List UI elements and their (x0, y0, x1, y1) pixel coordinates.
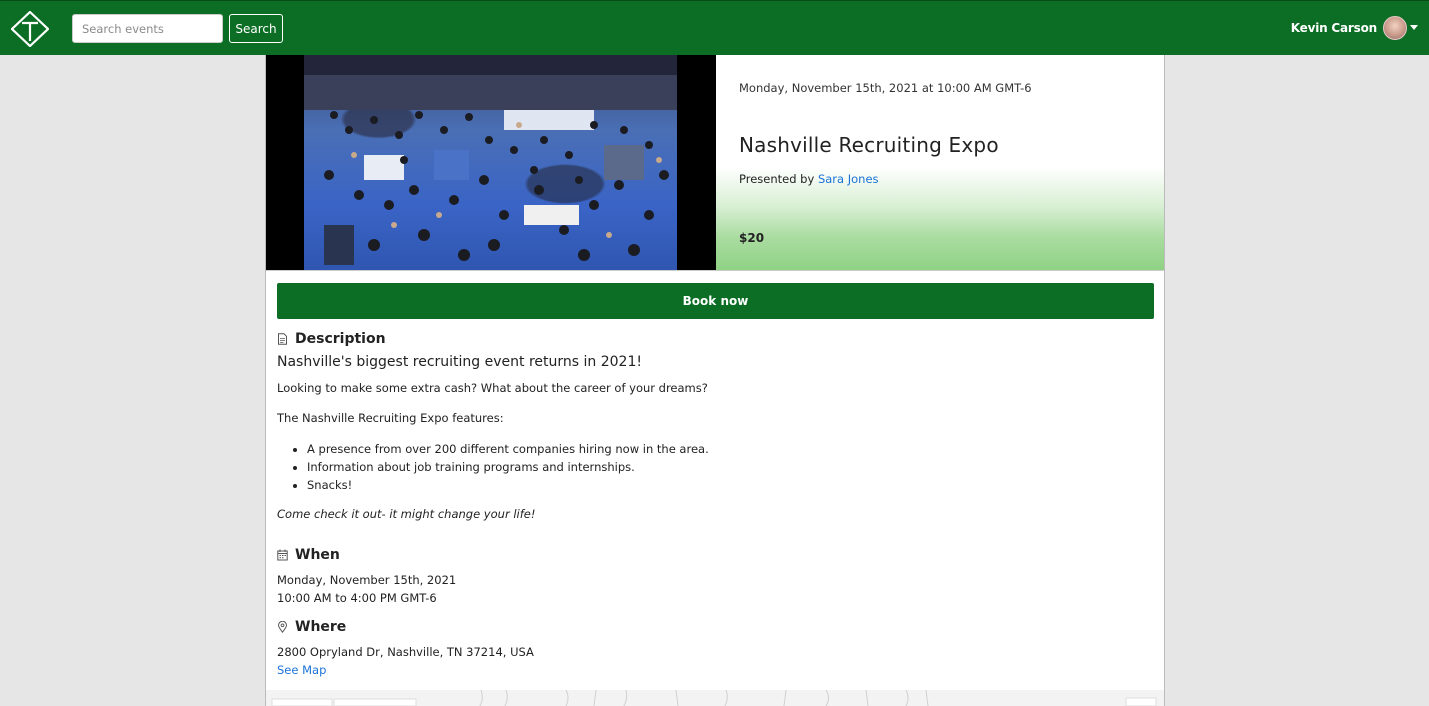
event-date-header: Monday, November 15th, 2021 at 10:00 AM … (739, 81, 1032, 95)
presented-by-label: Presented by (739, 172, 815, 186)
description-heading-label: Description (295, 331, 386, 347)
list-item: Information about job training programs … (307, 458, 709, 476)
document-icon (278, 333, 287, 345)
search-input[interactable] (72, 14, 223, 43)
presenter-link[interactable]: Sara Jones (818, 172, 879, 186)
where-heading-label: Where (295, 619, 347, 635)
event-price: $20 (739, 231, 765, 245)
features-list: A presence from over 200 different compa… (307, 440, 709, 494)
avatar[interactable] (1383, 16, 1407, 40)
event-image-frame (266, 55, 716, 270)
event-summary: Monday, November 15th, 2021 at 10:00 AM … (716, 55, 1164, 270)
event-hero: Monday, November 15th, 2021 at 10:00 AM … (266, 55, 1164, 271)
event-image (304, 55, 677, 270)
user-name[interactable]: Kevin Carson (1291, 21, 1377, 35)
logo-icon[interactable] (11, 11, 49, 47)
features-intro: The Nashville Recruiting Expo features: (277, 411, 504, 425)
description-closing: Come check it out- it might change your … (277, 507, 536, 521)
description-lead: Nashville's biggest recruiting event ret… (277, 354, 642, 370)
list-item: Snacks! (307, 476, 709, 494)
when-heading-label: When (295, 547, 340, 563)
presented-by: Presented by Sara Jones (739, 172, 879, 186)
description-intro: Looking to make some extra cash? What ab… (277, 381, 708, 395)
when-time: 10:00 AM to 4:00 PM GMT-6 (277, 591, 437, 605)
caret-down-icon[interactable] (1410, 25, 1418, 30)
where-address: 2800 Opryland Dr, Nashville, TN 37214, U… (277, 645, 534, 659)
crowd-illustration (304, 55, 677, 265)
calendar-icon (277, 549, 288, 561)
where-heading: Where (277, 619, 346, 635)
see-map-link[interactable]: See Map (277, 663, 326, 677)
navbar: Search Kevin Carson (0, 0, 1429, 55)
book-now-button[interactable]: Book now (277, 283, 1154, 319)
search-button[interactable]: Search (229, 14, 283, 43)
map-preview[interactable] (266, 690, 1164, 706)
event-title: Nashville Recruiting Expo (739, 133, 999, 157)
when-date: Monday, November 15th, 2021 (277, 573, 457, 587)
when-heading: When (277, 547, 340, 563)
map-lines (271, 690, 1157, 706)
description-heading: Description (277, 331, 386, 347)
event-panel: Monday, November 15th, 2021 at 10:00 AM … (265, 55, 1165, 706)
list-item: A presence from over 200 different compa… (307, 440, 709, 458)
map-pin-icon (277, 621, 288, 633)
